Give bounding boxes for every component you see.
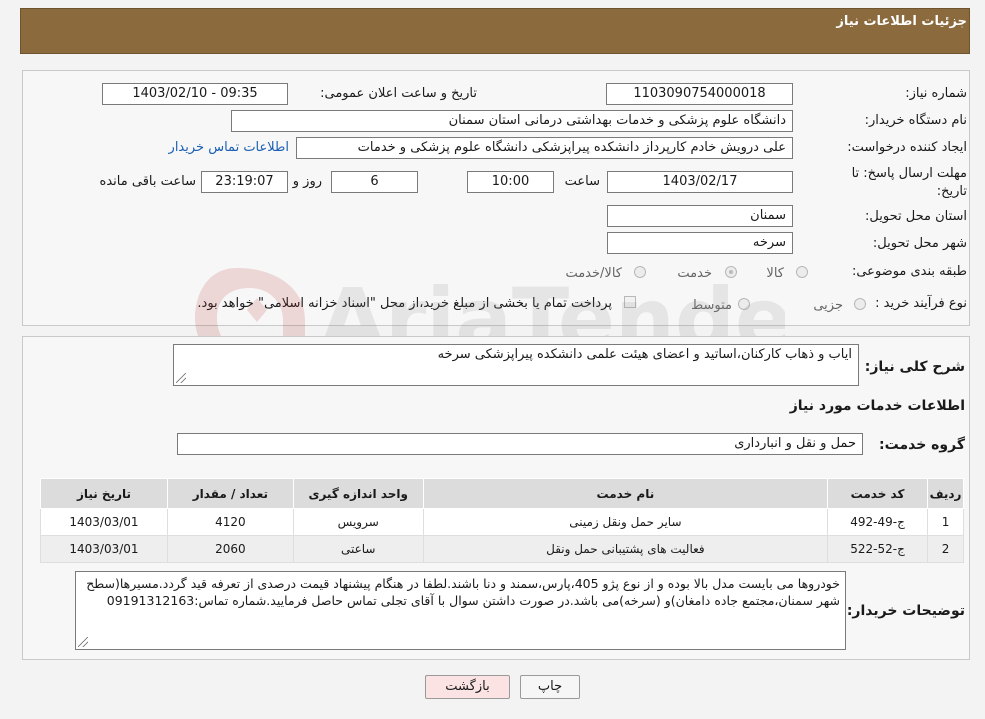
process-option-minor: جزیی [813, 298, 843, 313]
category-radio-goods-service[interactable] [634, 266, 646, 278]
category-radio-service[interactable] [725, 266, 737, 278]
services-table: ردیف کد خدمت نام خدمت واحد اندازه گیری ت… [40, 478, 964, 563]
category-label: طبقه بندی موضوعی: [851, 264, 967, 279]
resize-handle-icon[interactable] [176, 373, 186, 383]
buyer-field: دانشگاه علوم پزشکی و خدمات بهداشتی درمان… [231, 110, 793, 132]
treasury-payment-checkbox[interactable] [624, 296, 636, 308]
province-label: استان محل تحویل: [865, 209, 967, 224]
creator-label: ایجاد کننده درخواست: [847, 140, 967, 155]
summary-field: ایاب و ذهاب کارکنان،اساتید و اعضای هیئت … [173, 344, 859, 386]
category-option-goods: کالا [766, 266, 784, 281]
table-row[interactable]: 2 ج-52-522 فعالیت های پشتیبانی حمل ونقل … [40, 535, 964, 563]
buyer-notes-field: خودروها می بایست مدل بالا بوده و از نوع … [75, 571, 846, 650]
services-table-wrap: ردیف کد خدمت نام خدمت واحد اندازه گیری ت… [40, 478, 964, 563]
deadline-time-label: ساعت [564, 174, 600, 189]
services-section-title: اطلاعات خدمات مورد نیاز [789, 398, 965, 414]
col-qty: تعداد / مقدار [166, 478, 294, 509]
cell-name: فعالیت های پشتیبانی حمل ونقل [422, 535, 829, 563]
remaining-time-field: 23:19:07 [201, 171, 288, 193]
creator-field: علی درویش خادم کارپرداز دانشکده پیراپزشک… [296, 137, 793, 159]
table-header-row: ردیف کد خدمت نام خدمت واحد اندازه گیری ت… [40, 478, 964, 509]
days-field: 6 [331, 171, 418, 193]
service-group-label: گروه خدمت: [879, 437, 965, 453]
col-row: ردیف [927, 478, 964, 509]
deadline-time-field: 10:00 [467, 171, 554, 193]
cell-name: سایر حمل ونقل زمینی [422, 508, 829, 536]
process-label: نوع فرآیند خرید : [875, 296, 967, 311]
page-title: جزئیات اطلاعات نیاز [836, 14, 967, 29]
col-unit: واحد اندازه گیری [292, 478, 424, 509]
cell-unit: ساعتی [292, 535, 424, 563]
back-button[interactable]: بازگشت [425, 675, 510, 699]
print-button[interactable]: چاپ [520, 675, 580, 699]
cell-row: 2 [927, 535, 964, 563]
cell-date: 1403/03/01 [40, 535, 168, 563]
deadline-label-date: تاریخ: [936, 184, 967, 199]
deadline-date-field: 1403/02/17 [607, 171, 793, 193]
days-label: روز و [292, 174, 322, 189]
province-field: سمنان [607, 205, 793, 227]
buyer-notes-label: توضیحات خریدار: [846, 603, 965, 619]
summary-text: ایاب و ذهاب کارکنان،اساتید و اعضای هیئت … [437, 347, 852, 362]
resize-handle-icon[interactable] [78, 637, 88, 647]
category-option-service: خدمت [677, 266, 712, 281]
cell-date: 1403/03/01 [40, 508, 168, 536]
buyer-notes-text: خودروها می بایست مدل بالا بوده و از نوع … [86, 576, 840, 608]
info-panel [22, 70, 970, 326]
need-number-label: شماره نیاز: [905, 86, 967, 101]
cell-qty: 2060 [166, 535, 294, 563]
city-label: شهر محل تحویل: [872, 236, 967, 251]
col-name: نام خدمت [422, 478, 829, 509]
remaining-label: ساعت باقی مانده [99, 174, 196, 189]
process-option-medium: متوسط [691, 298, 732, 313]
city-field: سرخه [607, 232, 793, 254]
cell-code: ج-52-522 [827, 535, 929, 563]
process-radio-medium[interactable] [738, 298, 750, 310]
buyer-label: نام دستگاه خریدار: [864, 113, 967, 128]
cell-row: 1 [927, 508, 964, 536]
category-option-goods-service: کالا/خدمت [565, 266, 622, 281]
announce-field: 1403/02/10 - 09:35 [102, 83, 288, 105]
process-radio-minor[interactable] [854, 298, 866, 310]
col-code: کد خدمت [827, 478, 929, 509]
buyer-contact-link[interactable]: اطلاعات تماس خریدار [169, 140, 289, 155]
deadline-label: مهلت ارسال پاسخ: تا [851, 166, 967, 181]
payment-note: پرداخت تمام یا بخشی از مبلغ خرید،از محل … [197, 296, 612, 311]
cell-unit: سرویس [292, 508, 424, 536]
summary-label: شرح کلی نیاز: [864, 359, 965, 375]
cell-qty: 4120 [166, 508, 294, 536]
need-number-field: 1103090754000018 [606, 83, 793, 105]
announce-label: تاریخ و ساعت اعلان عمومی: [320, 86, 477, 101]
cell-code: ج-49-492 [827, 508, 929, 536]
category-radio-goods[interactable] [796, 266, 808, 278]
page-header [20, 8, 970, 54]
table-row[interactable]: 1 ج-49-492 سایر حمل ونقل زمینی سرویس 412… [40, 508, 964, 536]
service-group-field: حمل و نقل و انبارداری [177, 433, 863, 455]
col-date: تاریخ نیاز [40, 478, 168, 509]
